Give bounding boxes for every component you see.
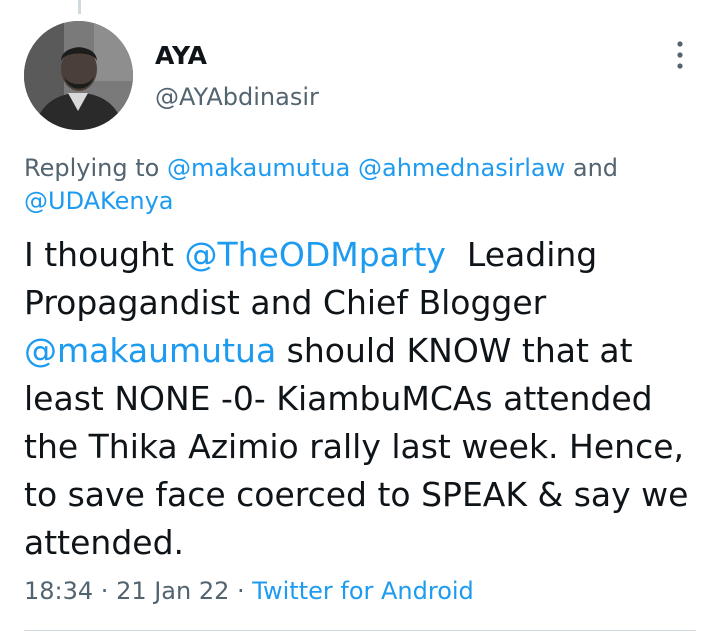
mention-udakenya[interactable]: @UDAKenya — [24, 187, 173, 215]
replying-to: Replying to @makaumutua @ahmednasirlaw a… — [24, 152, 684, 218]
tweet-text-part-1: I thought — [24, 235, 185, 274]
avatar[interactable] — [24, 21, 133, 130]
tweet-date[interactable]: 21 Jan 22 — [116, 577, 229, 605]
thread-connector-line — [78, 0, 81, 14]
tweet-metadata: 18:34 · 21 Jan 22 · Twitter for Android — [24, 574, 474, 608]
more-options-icon[interactable] — [660, 38, 700, 72]
user-handle[interactable]: @AYAbdinasir — [155, 81, 319, 113]
display-name[interactable]: AYA — [155, 40, 207, 72]
mention-ahmednasirlaw[interactable]: @ahmednasirlaw — [358, 154, 565, 182]
tweet-source[interactable]: Twitter for Android — [252, 577, 473, 605]
replying-to-label: Replying to — [24, 154, 167, 182]
tweet-time[interactable]: 18:34 — [24, 577, 93, 605]
mention-theodmparty[interactable]: @TheODMparty — [184, 235, 445, 274]
replying-to-conjunction: and — [565, 154, 619, 182]
tweet-body: I thought @TheODMparty Leading Propagand… — [24, 231, 704, 567]
profile-photo — [24, 21, 133, 130]
divider — [24, 630, 696, 631]
meta-separator-2: · — [229, 577, 253, 605]
mention-makaumutua-body[interactable]: @makaumutua — [24, 331, 276, 370]
meta-separator: · — [93, 577, 117, 605]
mention-makaumutua[interactable]: @makaumutua — [167, 154, 350, 182]
